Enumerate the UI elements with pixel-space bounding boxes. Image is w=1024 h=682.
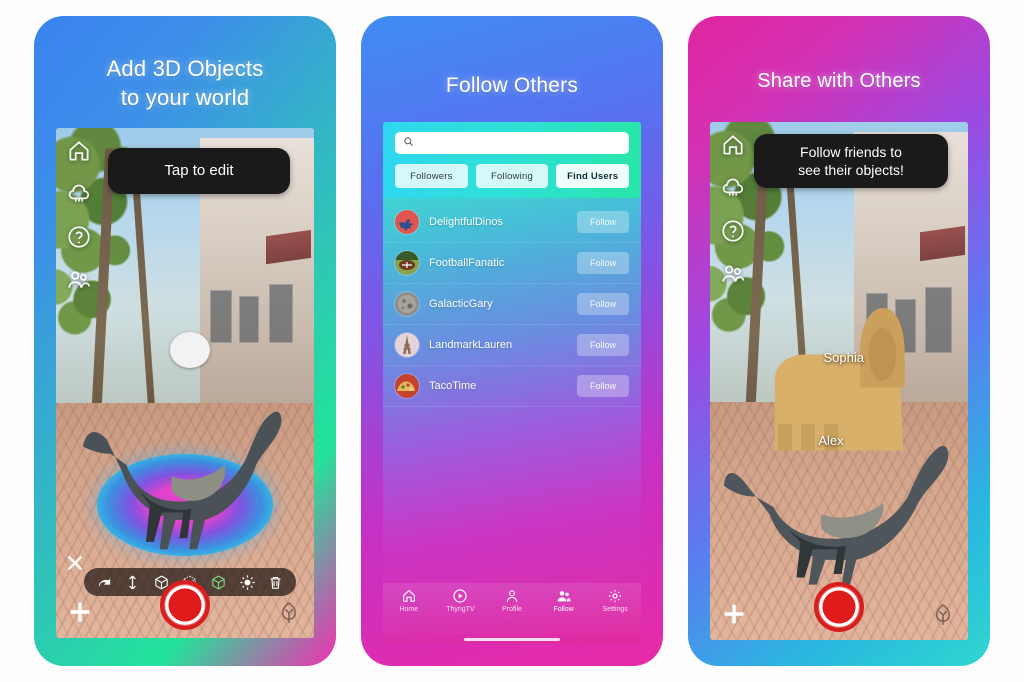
thyng-logo-icon[interactable] [928, 600, 958, 630]
person-icon [504, 588, 520, 604]
home-icon [401, 588, 417, 604]
awning [266, 229, 312, 265]
tab-find-users[interactable]: Find Users [556, 164, 630, 188]
cloud-icon[interactable] [720, 175, 746, 201]
ar-side-icons [66, 138, 92, 293]
window [209, 289, 232, 343]
dinosaur-avatar [395, 210, 419, 234]
ar-object-selection-marker[interactable] [169, 332, 210, 368]
list-item[interactable]: LandmarkLauren Follow [383, 325, 641, 366]
tab-label: ThyngTV [446, 606, 475, 613]
search-input[interactable] [420, 136, 621, 150]
help-icon[interactable] [720, 218, 746, 244]
follow-screen: Followers Following Find Users Delightfu… [383, 122, 641, 644]
tab-home[interactable]: Home [383, 588, 435, 613]
home-indicator [383, 634, 641, 644]
panel-1-title: Add 3D Objects to your world [106, 56, 264, 110]
follow-button[interactable]: Follow [577, 334, 629, 356]
move-vertical-icon[interactable] [124, 574, 141, 591]
ar-dinosaur-object[interactable] [77, 373, 294, 557]
bottom-tab-bar: Home ThyngTV Profile Follow Settings [383, 583, 641, 634]
ar-side-icons [720, 132, 746, 287]
panel-share-with-others: Share with Others Sophia Alex Follow fri… [688, 16, 990, 666]
panel-1-screen: Tap to edit [56, 128, 314, 638]
add-object-button[interactable] [720, 600, 748, 628]
user-name: GalacticGary [429, 298, 493, 310]
tab-profile[interactable]: Profile [486, 588, 538, 613]
list-item[interactable]: TacoTime Follow [383, 366, 641, 407]
list-item[interactable]: GalacticGary Follow [383, 284, 641, 325]
tab-following[interactable]: Following [475, 164, 549, 188]
list-item[interactable]: DelightfulDinos Follow [383, 202, 641, 243]
panel-2-screen: Followers Following Find Users Delightfu… [383, 122, 641, 644]
window [239, 296, 260, 343]
asteroid-avatar [395, 292, 419, 316]
list-item[interactable]: FootballFanatic Follow [383, 243, 641, 284]
awning [920, 225, 966, 261]
panel-3-screen: Sophia Alex Follow friends to see their … [710, 122, 968, 640]
panel-follow-others: Follow Others Followers Following Find U… [361, 16, 663, 666]
tab-label: Settings [602, 606, 628, 613]
tap-to-edit-tooltip: Tap to edit [108, 148, 290, 194]
user-name: FootballFanatic [429, 257, 505, 269]
tab-followers[interactable]: Followers [395, 164, 468, 188]
eiffel-tower-avatar [395, 333, 419, 357]
screenshot-stage: Add 3D Objects to your world Tap to edit… [0, 0, 1024, 682]
follow-button[interactable]: Follow [577, 293, 629, 315]
window [924, 286, 952, 353]
people-icon [556, 588, 572, 604]
window [268, 283, 294, 343]
play-circle-icon [452, 588, 468, 604]
taco-avatar [395, 374, 419, 398]
ar-camera-view: Sophia Alex Follow friends to see their … [710, 122, 968, 640]
follow-button[interactable]: Follow [577, 211, 629, 233]
thyng-logo-icon[interactable] [274, 598, 304, 628]
undo-icon[interactable] [96, 574, 113, 591]
ar-camera-view: Tap to edit [56, 128, 314, 638]
follow-tabs: Followers Following Find Users [395, 164, 630, 188]
panel-3-title: Share with Others [757, 70, 921, 92]
search-icon [403, 134, 414, 152]
add-object-button[interactable] [66, 598, 94, 626]
ar-object-label-sophia: Sophia [823, 349, 864, 365]
people-icon[interactable] [66, 267, 92, 293]
ar-bottom-controls [710, 550, 968, 640]
home-icon[interactable] [66, 138, 92, 164]
ar-bottom-controls [56, 548, 314, 638]
tab-thyngtv[interactable]: ThyngTV [435, 588, 487, 613]
panel-2-title: Follow Others [445, 74, 579, 97]
tab-label: Home [399, 606, 419, 613]
brightness-icon[interactable] [239, 574, 256, 591]
football-avatar [395, 251, 419, 275]
record-button[interactable] [814, 582, 864, 632]
follow-button[interactable]: Follow [577, 375, 629, 397]
user-name: DelightfulDinos [429, 216, 503, 228]
close-icon[interactable] [64, 552, 86, 574]
follow-header: Followers Following Find Users [383, 122, 641, 198]
tab-follow[interactable]: Follow [538, 588, 590, 613]
search-bar[interactable] [395, 132, 629, 154]
panel-add-3d-objects: Add 3D Objects to your world Tap to edit [34, 16, 336, 666]
tab-label: Follow [553, 606, 574, 613]
ar-object-label-alex: Alex [818, 432, 844, 448]
user-list: DelightfulDinos Follow FootballFanatic F… [383, 198, 641, 583]
record-button[interactable] [160, 580, 210, 630]
follow-button[interactable]: Follow [577, 252, 629, 274]
trash-icon[interactable] [267, 574, 284, 591]
cube-green-icon[interactable] [210, 574, 227, 591]
cloud-icon[interactable] [66, 181, 92, 207]
follow-friends-tooltip: Follow friends to see their objects! [754, 134, 948, 188]
home-icon[interactable] [720, 132, 746, 158]
user-name: LandmarkLauren [429, 339, 513, 351]
gear-icon [607, 588, 623, 604]
tab-settings[interactable]: Settings [589, 588, 641, 613]
help-icon[interactable] [66, 224, 92, 250]
user-name: TacoTime [429, 380, 477, 392]
people-icon[interactable] [720, 261, 746, 287]
tab-label: Profile [502, 606, 522, 613]
